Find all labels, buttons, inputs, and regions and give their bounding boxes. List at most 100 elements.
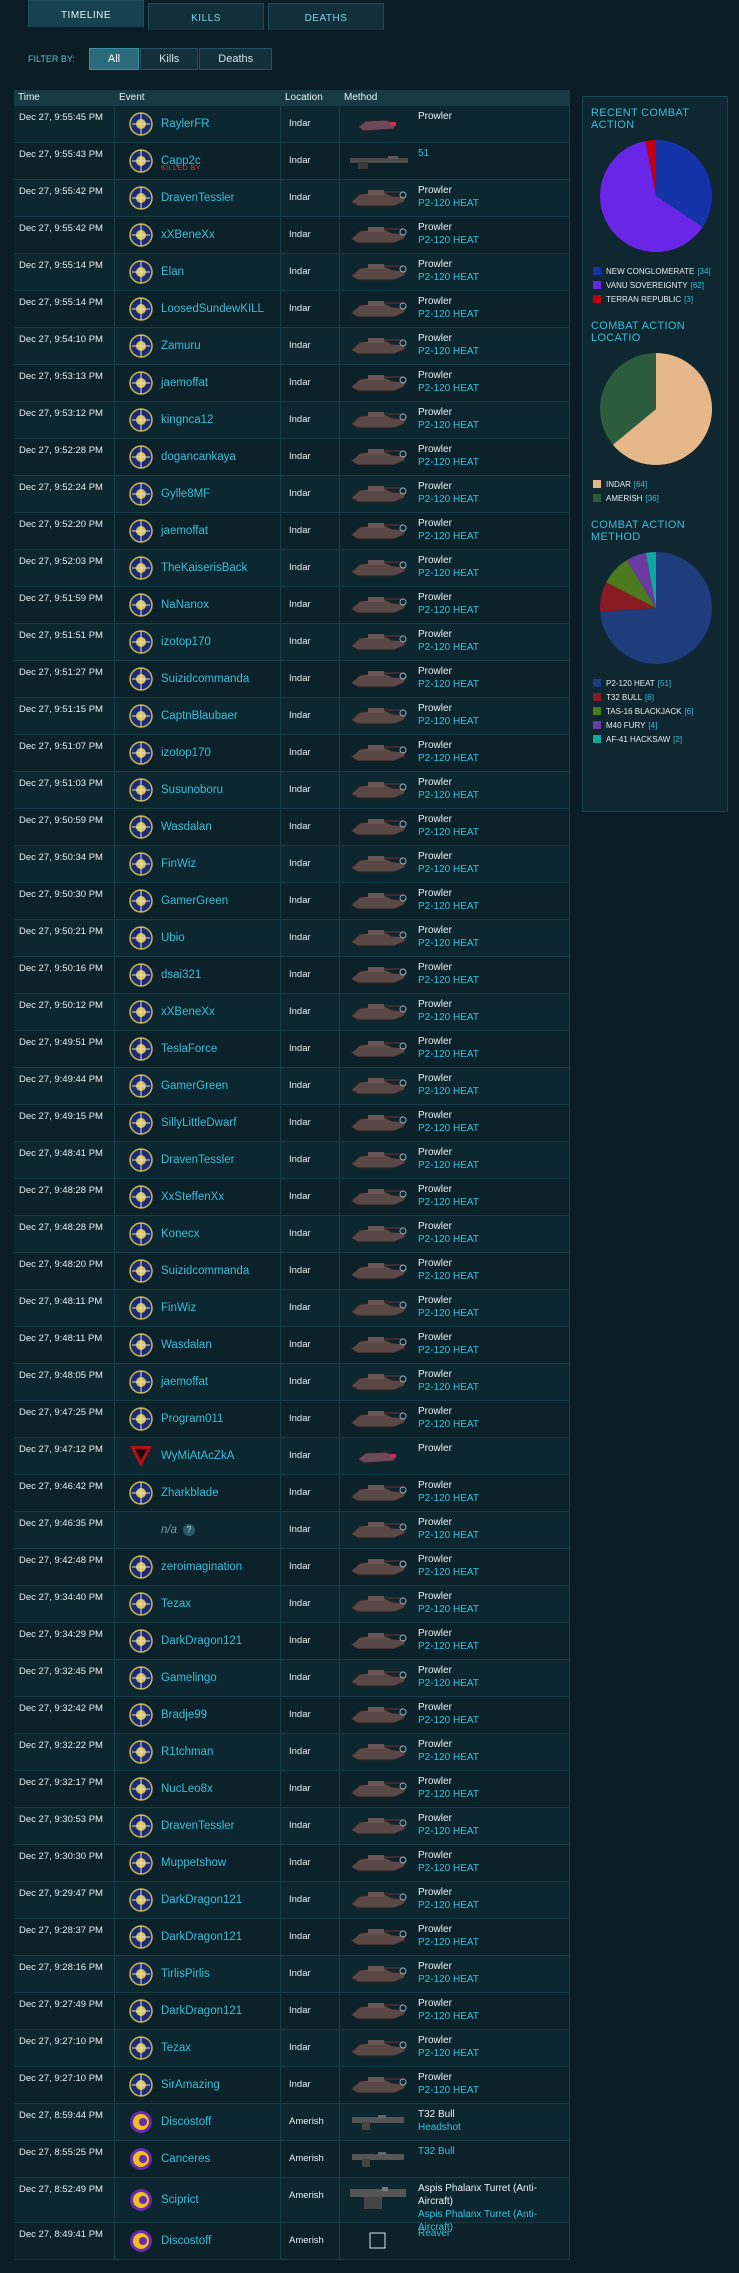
- player-name[interactable]: Ubio: [161, 932, 185, 944]
- player-name[interactable]: Susunoboru: [161, 784, 223, 796]
- method-weapon[interactable]: P2-120 HEAT: [418, 937, 479, 950]
- player-name[interactable]: XxSteffenXx: [161, 1191, 224, 1203]
- method-weapon[interactable]: P2-120 HEAT: [418, 752, 479, 765]
- method-weapon[interactable]: P2-120 HEAT: [418, 604, 479, 617]
- method-weapon[interactable]: P2-120 HEAT: [418, 382, 479, 395]
- method-weapon[interactable]: P2-120 HEAT: [418, 1418, 479, 1431]
- player-name[interactable]: Canceres: [161, 2153, 210, 2165]
- player-name[interactable]: Bradje99: [161, 1709, 207, 1721]
- tab-deaths[interactable]: DEATHS: [268, 3, 384, 30]
- player-name[interactable]: FinWiz: [161, 858, 196, 870]
- method-weapon[interactable]: P2-120 HEAT: [418, 1270, 479, 1283]
- method-weapon[interactable]: P2-120 HEAT: [418, 2010, 479, 2023]
- method-weapon[interactable]: P2-120 HEAT: [418, 1714, 479, 1727]
- player-name[interactable]: SillyLittleDwarf: [161, 1117, 236, 1129]
- player-name[interactable]: Zharkblade: [161, 1487, 219, 1499]
- player-name[interactable]: WyMiAtAcZkA: [161, 1450, 234, 1462]
- player-name[interactable]: Zamuru: [161, 340, 201, 352]
- player-name[interactable]: Muppetshow: [161, 1857, 226, 1869]
- player-name[interactable]: Wasdalan: [161, 821, 212, 833]
- method-weapon[interactable]: P2-120 HEAT: [418, 1122, 479, 1135]
- player-name[interactable]: Discostoff: [161, 2116, 211, 2128]
- player-name[interactable]: Gylle8MF: [161, 488, 210, 500]
- player-name[interactable]: Tezax: [161, 2042, 191, 2054]
- filter-kills-button[interactable]: Kills: [140, 48, 199, 70]
- method-weapon[interactable]: T32 Bull: [418, 2145, 455, 2158]
- player-name[interactable]: Konecx: [161, 1228, 199, 1240]
- method-weapon[interactable]: P2-120 HEAT: [418, 974, 479, 987]
- player-name[interactable]: Program011: [161, 1413, 223, 1425]
- method-weapon[interactable]: P2-120 HEAT: [418, 1048, 479, 1061]
- method-weapon[interactable]: P2-120 HEAT: [418, 1603, 479, 1616]
- help-icon[interactable]: ?: [183, 1524, 195, 1536]
- method-weapon[interactable]: P2-120 HEAT: [418, 493, 479, 506]
- player-name[interactable]: Suizidcommanda: [161, 1265, 249, 1277]
- tab-timeline[interactable]: TIMELINE: [28, 0, 144, 27]
- player-name[interactable]: RaylerFR: [161, 118, 210, 130]
- method-weapon[interactable]: P2-120 HEAT: [418, 826, 479, 839]
- player-name[interactable]: xXBeneXx: [161, 1006, 215, 1018]
- method-weapon[interactable]: P2-120 HEAT: [418, 308, 479, 321]
- player-name[interactable]: GamerGreen: [161, 895, 228, 907]
- player-name[interactable]: Tezax: [161, 1598, 191, 1610]
- method-weapon[interactable]: P2-120 HEAT: [418, 1677, 479, 1690]
- player-name[interactable]: dogancankaya: [161, 451, 236, 463]
- player-name[interactable]: DarkDragon121: [161, 1931, 242, 1943]
- method-weapon[interactable]: P2-120 HEAT: [418, 2047, 479, 2060]
- method-weapon[interactable]: P2-120 HEAT: [418, 1233, 479, 1246]
- player-name[interactable]: TheKaiserisBack: [161, 562, 247, 574]
- player-name[interactable]: DravenTessler: [161, 1154, 235, 1166]
- method-weapon[interactable]: P2-120 HEAT: [418, 567, 479, 580]
- method-weapon[interactable]: P2-120 HEAT: [418, 789, 479, 802]
- player-name[interactable]: TirlisPirlis: [161, 1968, 210, 1980]
- method-weapon[interactable]: P2-120 HEAT: [418, 1899, 479, 1912]
- method-weapon[interactable]: P2-120 HEAT: [418, 1344, 479, 1357]
- player-name[interactable]: GamerGreen: [161, 1080, 228, 1092]
- player-name[interactable]: izotop170: [161, 747, 211, 759]
- method-weapon[interactable]: P2-120 HEAT: [418, 1788, 479, 1801]
- method-weapon[interactable]: P2-120 HEAT: [418, 1381, 479, 1394]
- method-weapon[interactable]: P2-120 HEAT: [418, 678, 479, 691]
- player-name[interactable]: kingnca12: [161, 414, 213, 426]
- method-weapon[interactable]: P2-120 HEAT: [418, 641, 479, 654]
- method-weapon[interactable]: P2-120 HEAT: [418, 1751, 479, 1764]
- method-weapon[interactable]: P2-120 HEAT: [418, 1529, 479, 1542]
- player-name[interactable]: DravenTessler: [161, 192, 235, 204]
- player-name[interactable]: xXBeneXx: [161, 229, 215, 241]
- method-weapon[interactable]: P2-120 HEAT: [418, 530, 479, 543]
- method-weapon[interactable]: 51: [418, 147, 429, 160]
- method-weapon[interactable]: P2-120 HEAT: [418, 1492, 479, 1505]
- method-weapon[interactable]: P2-120 HEAT: [418, 345, 479, 358]
- player-name[interactable]: izotop170: [161, 636, 211, 648]
- method-weapon[interactable]: P2-120 HEAT: [418, 1825, 479, 1838]
- player-name[interactable]: DarkDragon121: [161, 1635, 242, 1647]
- player-name[interactable]: LoosedSundewKILL: [161, 303, 264, 315]
- method-weapon[interactable]: P2-120 HEAT: [418, 1566, 479, 1579]
- player-name[interactable]: TeslaForce: [161, 1043, 217, 1055]
- player-name[interactable]: DarkDragon121: [161, 2005, 242, 2017]
- player-name[interactable]: zeroimagination: [161, 1561, 242, 1573]
- method-weapon[interactable]: Headshot: [418, 2121, 461, 2134]
- tab-kills[interactable]: KILLS: [148, 3, 264, 30]
- method-weapon[interactable]: P2-120 HEAT: [418, 1973, 479, 1986]
- player-name[interactable]: CaptnBlaubaer: [161, 710, 238, 722]
- method-weapon[interactable]: P2-120 HEAT: [418, 715, 479, 728]
- player-name[interactable]: NaNanox: [161, 599, 209, 611]
- method-weapon[interactable]: P2-120 HEAT: [418, 1085, 479, 1098]
- method-weapon[interactable]: P2-120 HEAT: [418, 456, 479, 469]
- player-name[interactable]: Suizidcommanda: [161, 673, 249, 685]
- player-name[interactable]: FinWiz: [161, 1302, 196, 1314]
- filter-deaths-button[interactable]: Deaths: [199, 48, 273, 70]
- player-name[interactable]: dsai321: [161, 969, 201, 981]
- player-name[interactable]: R1tchman: [161, 1746, 213, 1758]
- method-weapon[interactable]: P2-120 HEAT: [418, 1640, 479, 1653]
- method-weapon[interactable]: P2-120 HEAT: [418, 271, 479, 284]
- method-weapon[interactable]: P2-120 HEAT: [418, 197, 479, 210]
- method-weapon[interactable]: P2-120 HEAT: [418, 863, 479, 876]
- method-weapon[interactable]: P2-120 HEAT: [418, 234, 479, 247]
- method-weapon[interactable]: P2-120 HEAT: [418, 1011, 479, 1024]
- method-weapon[interactable]: P2-120 HEAT: [418, 900, 479, 913]
- filter-all-button[interactable]: All: [88, 48, 140, 70]
- method-weapon[interactable]: P2-120 HEAT: [418, 1936, 479, 1949]
- player-name[interactable]: Elan: [161, 266, 184, 278]
